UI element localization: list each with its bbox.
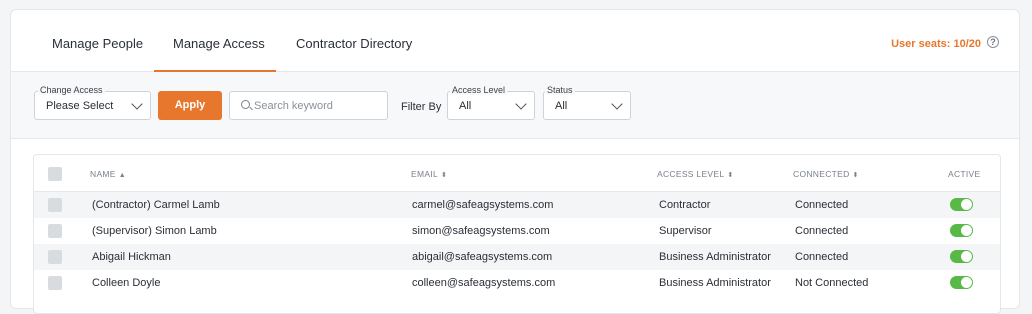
search-box[interactable] [229,91,388,120]
status-value: All [555,100,568,112]
status-label: Status [545,85,575,95]
access-level-select[interactable]: All [447,91,535,120]
user-access-level: Contractor [659,199,711,211]
user-connected-status: Connected [795,251,849,263]
table-row[interactable]: Colleen Doyle colleen@safeagsystems.com … [34,270,1000,296]
sort-icon: ⬍ [852,172,859,179]
user-name: Abigail Hickman [92,251,171,263]
column-header-active: ACTIVE [948,169,981,179]
change-access-select[interactable]: Please Select [34,91,151,120]
user-seats-count: User seats: 10/20 [891,38,981,50]
user-name: (Supervisor) Simon Lamb [92,225,217,237]
user-connected-status: Not Connected [795,277,869,289]
column-header-name[interactable]: NAME ▲ [90,169,126,179]
tab-manage-access[interactable]: Manage Access [173,36,265,51]
table-row[interactable]: Abigail Hickman abigail@safeagsystems.co… [34,244,1000,270]
search-icon [241,100,250,109]
active-toggle[interactable] [950,250,973,263]
change-access-value: Please Select [46,100,114,112]
filter-by-label: Filter By [401,101,442,113]
chevron-down-icon [611,98,623,110]
access-level-label: Access Level [450,85,508,95]
tab-manage-people[interactable]: Manage People [52,36,143,51]
row-checkbox[interactable] [48,198,62,212]
active-toggle[interactable] [950,224,973,237]
column-header-connected[interactable]: CONNECTED ⬍ [793,169,859,179]
row-checkbox[interactable] [48,224,62,238]
change-access-label: Change Access [38,85,105,95]
user-connected-status: Connected [795,225,849,237]
sort-icon: ⬍ [441,172,448,179]
user-access-level: Business Administrator [659,251,771,263]
active-toggle[interactable] [950,198,973,211]
column-email-label: EMAIL [411,169,439,179]
user-email: abigail@safeagsystems.com [412,251,553,263]
sort-asc-icon: ▲ [118,172,126,179]
status-select[interactable]: All [543,91,631,120]
user-name: (Contractor) Carmel Lamb [92,199,220,211]
apply-button[interactable]: Apply [158,91,222,120]
table-row[interactable]: (Supervisor) Simon Lamb simon@safeagsyst… [34,218,1000,244]
user-name: Colleen Doyle [92,277,161,289]
sort-icon: ⬍ [727,172,734,179]
chevron-down-icon [515,98,527,110]
user-connected-status: Connected [795,199,849,211]
tab-contractor-directory[interactable]: Contractor Directory [296,36,412,51]
column-access-level-label: ACCESS LEVEL [657,169,725,179]
user-email: colleen@safeagsystems.com [412,277,556,289]
user-access-level: Business Administrator [659,277,771,289]
column-header-access-level[interactable]: ACCESS LEVEL ⬍ [657,169,734,179]
filter-bar: Please Select Change Access Apply Filter… [11,72,1019,139]
user-email: carmel@safeagsystems.com [412,199,554,211]
tab-bar: Manage People Manage Access Contractor D… [11,10,1019,72]
user-email: simon@safeagsystems.com [412,225,550,237]
row-checkbox[interactable] [48,276,62,290]
column-name-label: NAME [90,169,116,179]
table-row[interactable]: (Contractor) Carmel Lamb carmel@safeagsy… [34,192,1000,218]
manage-access-panel: Manage People Manage Access Contractor D… [10,9,1020,314]
users-table: NAME ▲ EMAIL ⬍ ACCESS LEVEL ⬍ CONNECTED ⬍ AC… [33,154,1001,314]
access-level-value: All [459,100,472,112]
user-access-level: Supervisor [659,225,712,237]
select-all-checkbox[interactable] [48,167,62,181]
row-checkbox[interactable] [48,250,62,264]
chevron-down-icon [131,98,143,110]
column-header-email[interactable]: EMAIL ⬍ [411,169,447,179]
search-input[interactable] [254,98,382,114]
active-toggle[interactable] [950,276,973,289]
column-connected-label: CONNECTED [793,169,850,179]
help-icon[interactable]: ? [987,36,999,48]
table-header: NAME ▲ EMAIL ⬍ ACCESS LEVEL ⬍ CONNECTED ⬍ AC… [34,155,1000,192]
